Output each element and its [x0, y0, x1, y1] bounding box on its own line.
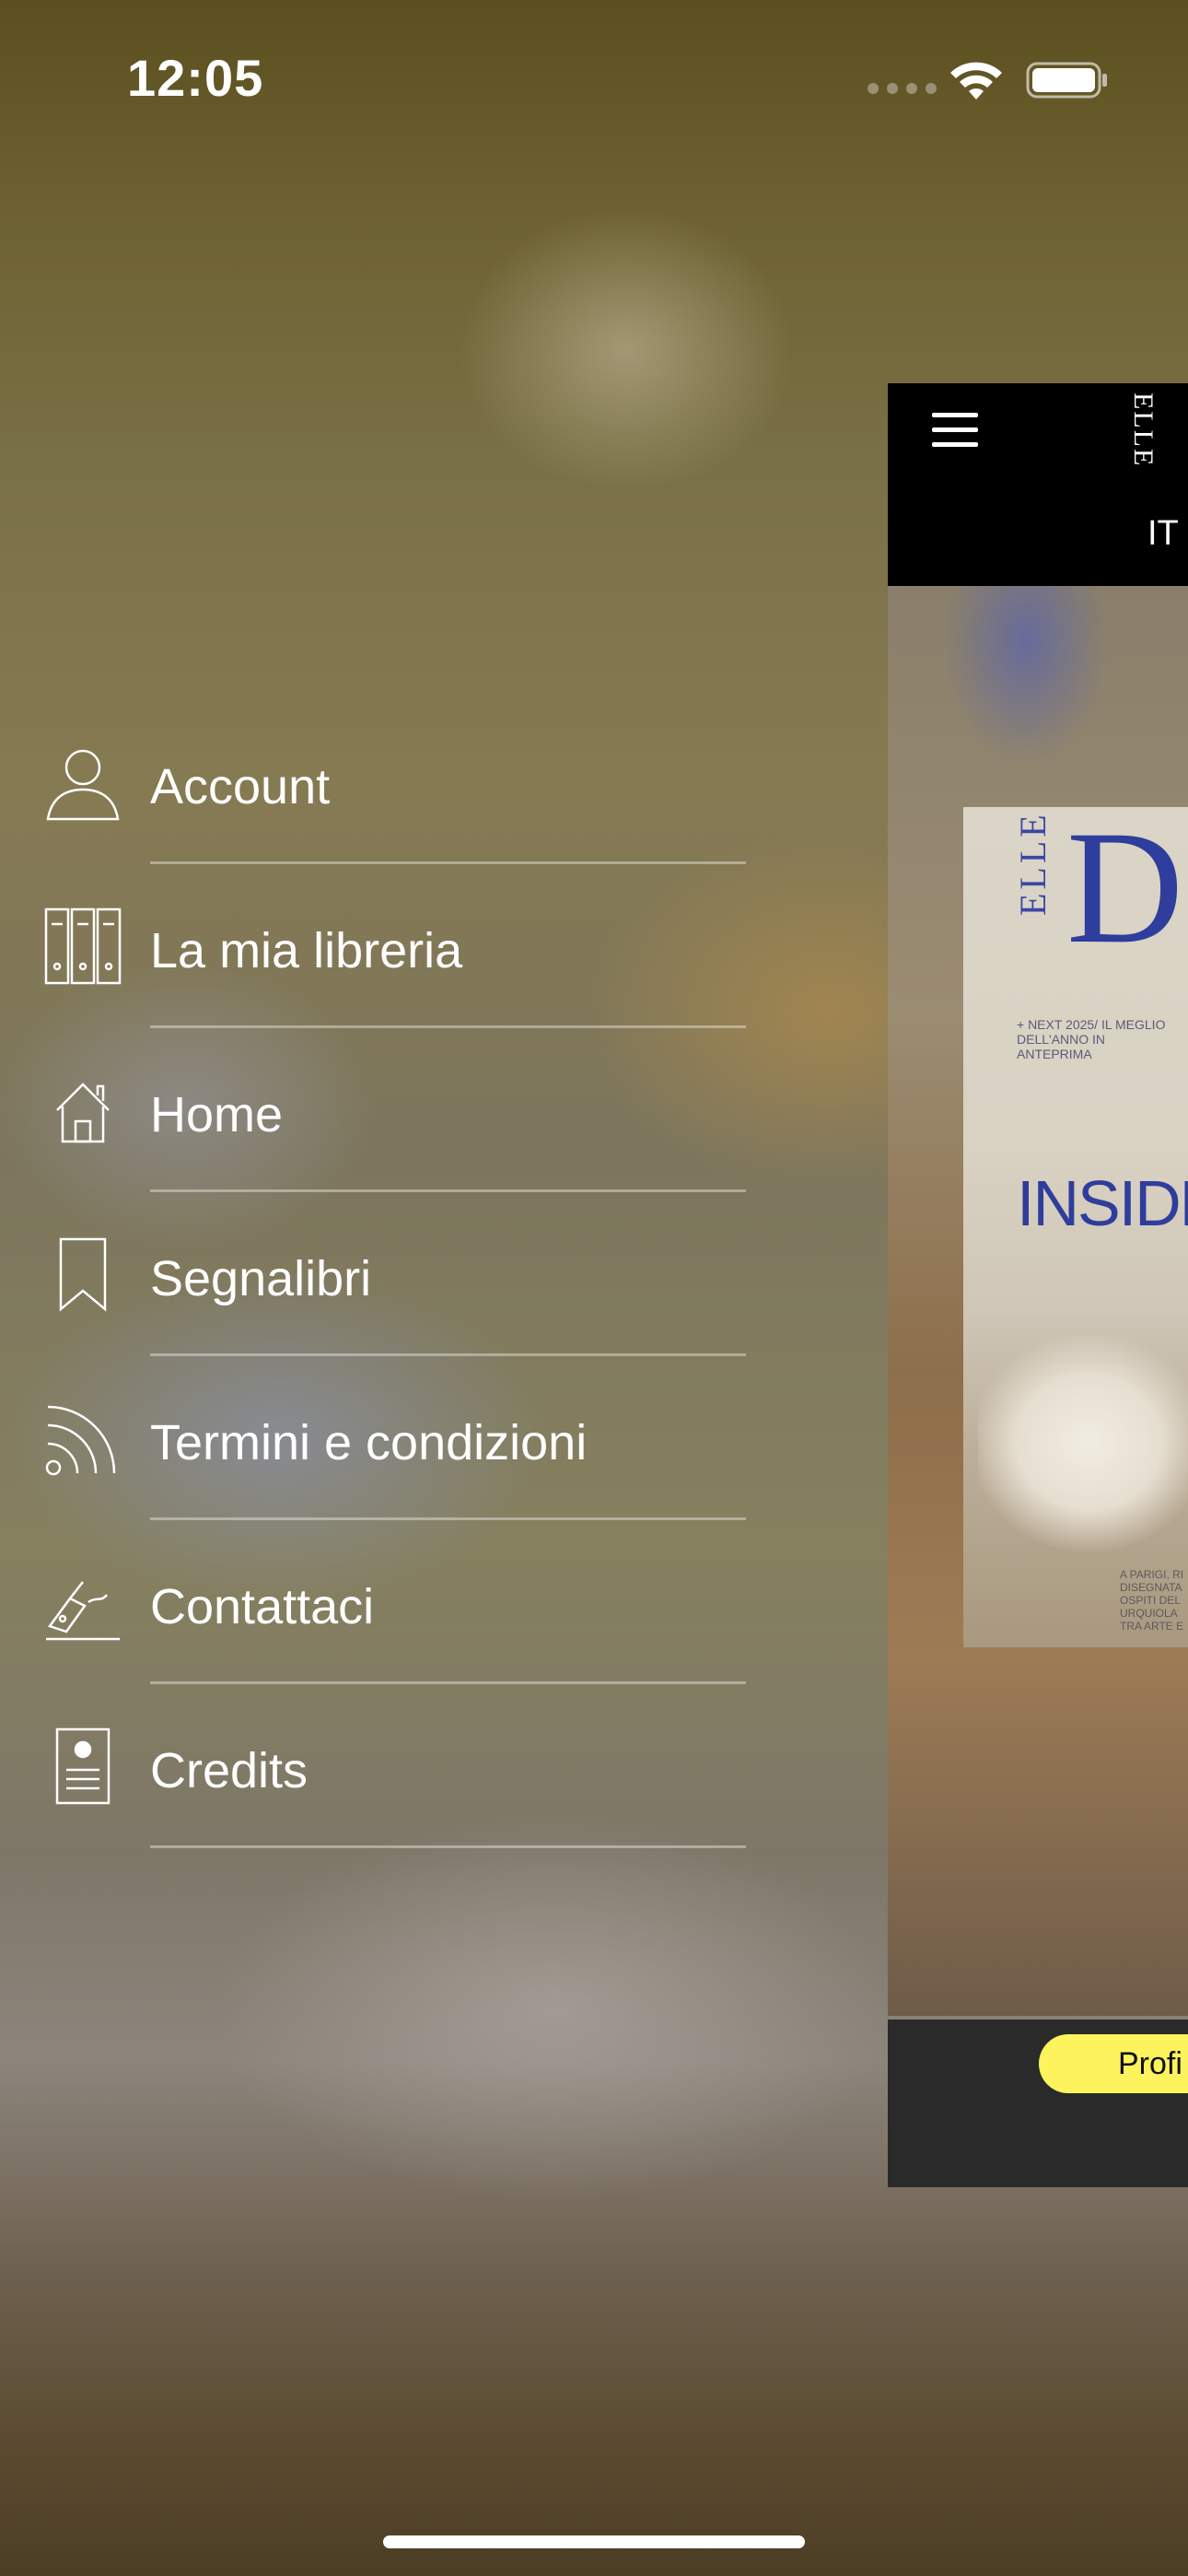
magazine-cover[interactable]: ELLE D + NEXT 2025/ IL MEGLIO DELL'ANNO … — [963, 807, 1188, 1647]
pen-signature-icon — [46, 1581, 120, 1641]
bookmark-icon — [59, 1237, 107, 1312]
id-card-icon — [55, 1727, 111, 1805]
rss-icon — [45, 1405, 116, 1476]
menu-label-home: Home — [150, 1087, 284, 1142]
menu-label-account: Account — [150, 759, 331, 814]
menu-label-bookmarks: Segnalibri — [150, 1251, 372, 1306]
bottom-bar: Profi — [888, 2020, 1188, 2187]
elle-logo: ELLE — [1128, 392, 1159, 468]
library-binders-icon — [44, 907, 122, 985]
menu-item-terms[interactable]: Termini e condizioni — [0, 1356, 755, 1520]
menu-label-credits: Credits — [150, 1743, 309, 1798]
main-content-preview[interactable]: ELLE IT ELLE D + NEXT 2025/ IL MEGLIO DE… — [888, 383, 1188, 2187]
status-time: 12:05 — [127, 49, 264, 107]
cover-image-chair — [978, 1323, 1188, 1563]
cover-masthead-letter: D — [1066, 807, 1184, 978]
cover-headline: INSIDE — [1017, 1167, 1188, 1239]
cover-caption: A PARIGI, RI DISEGNATA OSPITI DEL URQUIO… — [1120, 1568, 1184, 1633]
battery-icon — [1026, 62, 1107, 99]
home-indicator[interactable] — [383, 2535, 805, 2548]
cellular-signal-icon — [868, 83, 937, 94]
house-icon — [56, 1083, 110, 1143]
menu-label-contact: Contattaci — [150, 1579, 375, 1634]
menu-label-library: La mia libreria — [150, 923, 463, 978]
menu-item-contact[interactable]: Contattaci — [0, 1520, 755, 1684]
status-bar: 12:05 — [0, 0, 1188, 157]
language-selector[interactable]: IT — [1147, 514, 1179, 554]
person-icon — [46, 749, 120, 821]
profile-button[interactable]: Profi — [1039, 2034, 1188, 2093]
hamburger-menu-icon[interactable] — [932, 413, 978, 451]
menu-label-terms: Termini e condizioni — [150, 1415, 588, 1470]
menu-item-account[interactable]: Account — [0, 700, 755, 864]
menu-divider — [150, 1845, 746, 1848]
cover-kicker: + NEXT 2025/ IL MEGLIO DELL'ANNO IN ANTE… — [1017, 1017, 1166, 1061]
app-header: ELLE IT — [888, 383, 1188, 586]
wifi-icon — [950, 62, 1002, 100]
menu-item-library[interactable]: La mia libreria — [0, 864, 755, 1028]
cover-masthead: ELLE — [1012, 811, 1054, 916]
menu-item-bookmarks[interactable]: Segnalibri — [0, 1192, 755, 1356]
menu-item-home[interactable]: Home — [0, 1028, 755, 1192]
menu-item-credits[interactable]: Credits — [0, 1684, 755, 1848]
